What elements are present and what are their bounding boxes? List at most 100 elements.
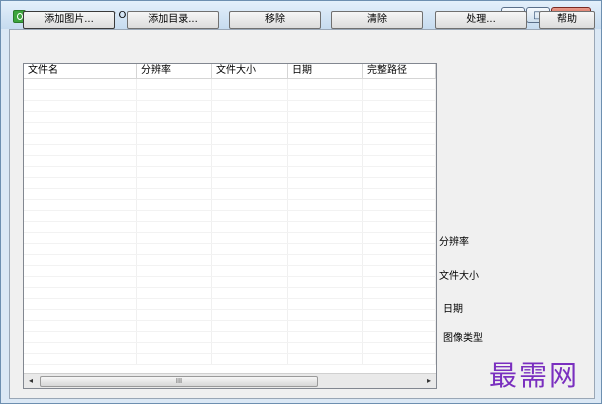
empty-row: [24, 123, 436, 134]
toolbar: 添加图片... 添加目录... 移除 清除 处理... 帮助: [15, 11, 595, 35]
empty-cell: [288, 277, 363, 287]
empty-row: [24, 211, 436, 222]
empty-cell: [212, 167, 288, 177]
empty-cell: [212, 101, 288, 111]
list-header: 文件名 分辨率 文件大小 日期 完整路径: [24, 64, 436, 79]
empty-cell: [24, 90, 137, 100]
empty-cell: [24, 145, 137, 155]
empty-cell: [363, 233, 436, 243]
empty-cell: [288, 310, 363, 320]
column-header-filename[interactable]: 文件名: [24, 64, 137, 78]
empty-cell: [24, 156, 137, 166]
empty-cell: [363, 156, 436, 166]
empty-cell: [288, 200, 363, 210]
empty-cell: [137, 90, 212, 100]
empty-cell: [288, 112, 363, 122]
column-header-filesize[interactable]: 文件大小: [212, 64, 288, 78]
empty-cell: [24, 222, 137, 232]
empty-row: [24, 90, 436, 101]
empty-cell: [212, 79, 288, 89]
empty-cell: [363, 200, 436, 210]
empty-cell: [288, 288, 363, 298]
empty-cell: [363, 244, 436, 254]
empty-cell: [137, 167, 212, 177]
scroll-right-icon[interactable]: ▸: [422, 374, 436, 388]
empty-cell: [212, 123, 288, 133]
scroll-thumb[interactable]: III: [40, 376, 318, 387]
empty-cell: [288, 299, 363, 309]
empty-cell: [212, 178, 288, 188]
empty-cell: [363, 178, 436, 188]
empty-cell: [288, 79, 363, 89]
empty-cell: [363, 310, 436, 320]
empty-row: [24, 255, 436, 266]
empty-cell: [288, 244, 363, 254]
clear-button[interactable]: 清除: [331, 11, 423, 29]
empty-cell: [288, 321, 363, 331]
empty-cell: [363, 222, 436, 232]
empty-cell: [24, 354, 137, 364]
empty-cell: [363, 145, 436, 155]
empty-cell: [24, 288, 137, 298]
empty-cell: [137, 255, 212, 265]
empty-cell: [288, 343, 363, 353]
empty-cell: [24, 178, 137, 188]
empty-cell: [137, 233, 212, 243]
empty-cell: [363, 101, 436, 111]
empty-cell: [288, 134, 363, 144]
empty-cell: [24, 123, 137, 133]
empty-cell: [363, 332, 436, 342]
empty-cell: [212, 266, 288, 276]
empty-cell: [24, 134, 137, 144]
empty-cell: [212, 332, 288, 342]
empty-cell: [137, 310, 212, 320]
empty-cell: [212, 277, 288, 287]
empty-row: [24, 354, 436, 365]
empty-cell: [212, 244, 288, 254]
empty-cell: [212, 321, 288, 331]
empty-cell: [24, 321, 137, 331]
empty-cell: [24, 211, 137, 221]
empty-cell: [24, 343, 137, 353]
empty-cell: [212, 156, 288, 166]
empty-cell: [288, 178, 363, 188]
empty-cell: [363, 255, 436, 265]
help-button[interactable]: 帮助: [539, 11, 595, 29]
empty-cell: [212, 211, 288, 221]
add-image-button[interactable]: 添加图片...: [23, 11, 115, 29]
empty-cell: [137, 244, 212, 254]
empty-cell: [137, 222, 212, 232]
process-button[interactable]: 处理...: [435, 11, 527, 29]
empty-row: [24, 321, 436, 332]
remove-button[interactable]: 移除: [229, 11, 321, 29]
empty-cell: [363, 167, 436, 177]
file-list[interactable]: 文件名 分辨率 文件大小 日期 完整路径 ◂ III ▸: [23, 63, 437, 389]
empty-cell: [24, 167, 137, 177]
column-header-date[interactable]: 日期: [288, 64, 363, 78]
empty-cell: [363, 343, 436, 353]
empty-row: [24, 178, 436, 189]
info-filesize-label: 文件大小: [439, 271, 479, 282]
empty-cell: [363, 354, 436, 364]
empty-cell: [288, 167, 363, 177]
scroll-left-icon[interactable]: ◂: [24, 374, 38, 388]
empty-cell: [363, 112, 436, 122]
empty-cell: [363, 266, 436, 276]
column-header-resolution[interactable]: 分辨率: [137, 64, 212, 78]
empty-cell: [363, 134, 436, 144]
empty-cell: [24, 112, 137, 122]
empty-row: [24, 266, 436, 277]
empty-cell: [212, 90, 288, 100]
empty-cell: [212, 310, 288, 320]
column-header-fullpath[interactable]: 完整路径: [363, 64, 436, 78]
horizontal-scrollbar[interactable]: ◂ III ▸: [24, 373, 436, 388]
empty-cell: [288, 145, 363, 155]
empty-cell: [288, 101, 363, 111]
empty-row: [24, 134, 436, 145]
empty-cell: [137, 299, 212, 309]
empty-row: [24, 233, 436, 244]
empty-cell: [24, 233, 137, 243]
empty-cell: [363, 90, 436, 100]
add-folder-button[interactable]: 添加目录...: [127, 11, 219, 29]
empty-cell: [212, 200, 288, 210]
